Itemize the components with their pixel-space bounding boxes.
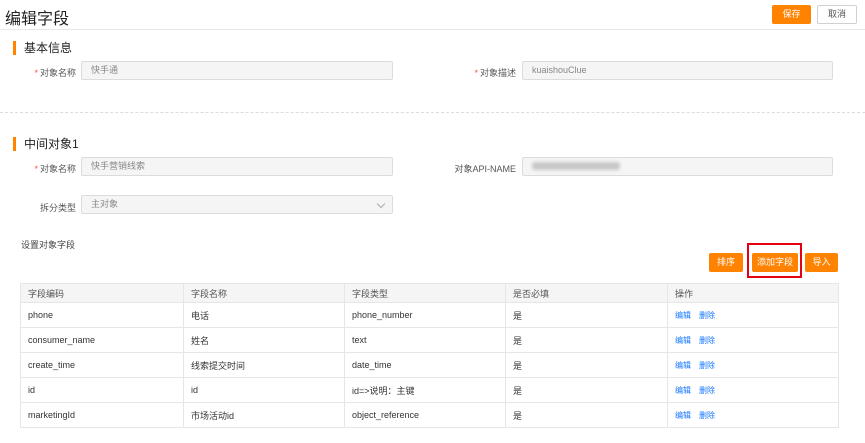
field-required-cell: 是 xyxy=(505,302,668,328)
redacted-value xyxy=(532,162,620,170)
actions-cell: 编辑 删除 xyxy=(667,302,839,328)
split-type-select[interactable]: 主对象 xyxy=(81,195,393,214)
edit-link[interactable]: 编辑 xyxy=(675,386,691,395)
highlight-box xyxy=(747,243,802,278)
split-type-value: 主对象 xyxy=(91,199,119,209)
actions-cell: 编辑 删除 xyxy=(667,402,839,428)
field-code-cell: consumer_name xyxy=(20,327,184,353)
column-header: 是否必填 xyxy=(505,283,668,303)
table-row: marketingId 市场活动id object_reference 是 编辑… xyxy=(20,402,839,428)
api-name-input[interactable] xyxy=(522,157,833,176)
object-desc-label: * 对象描述 xyxy=(474,68,516,78)
fields-table: 字段编码 字段名称 字段类型 是否必填 操作 phone 电话 phone_nu… xyxy=(20,283,839,428)
edit-link[interactable]: 编辑 xyxy=(675,311,691,320)
section-divider xyxy=(0,112,865,113)
object-name-input[interactable]: 快手通 xyxy=(81,61,393,80)
actions-cell: 编辑 删除 xyxy=(667,327,839,353)
table-row: phone 电话 phone_number 是 编辑 删除 xyxy=(20,302,839,328)
required-mark: * xyxy=(34,164,38,174)
page-title: 编辑字段 xyxy=(5,11,70,28)
object-name-label: * 对象名称 xyxy=(34,68,76,78)
object-desc-input[interactable]: kuaishouClue xyxy=(522,61,833,80)
field-required-cell: 是 xyxy=(505,352,668,378)
actions-cell: 编辑 删除 xyxy=(667,352,839,378)
field-type-cell: id=>说明：主键 xyxy=(344,377,506,403)
basic-info-section-title: 基本信息 xyxy=(13,41,72,55)
table-row: id id id=>说明：主键 是 编辑 删除 xyxy=(20,377,839,403)
field-required-cell: 是 xyxy=(505,327,668,353)
delete-link[interactable]: 删除 xyxy=(699,311,715,320)
required-mark: * xyxy=(34,68,38,78)
required-mark: * xyxy=(474,68,478,78)
field-name-cell: 电话 xyxy=(183,302,345,328)
api-name-label: 对象API-NAME xyxy=(454,164,516,174)
column-header: 字段编码 xyxy=(20,283,184,303)
table-row: create_time 线索提交时间 date_time 是 编辑 删除 xyxy=(20,352,839,378)
delete-link[interactable]: 删除 xyxy=(699,336,715,345)
fields-section-label: 设置对象字段 xyxy=(21,240,76,250)
edit-link[interactable]: 编辑 xyxy=(675,336,691,345)
field-type-cell: phone_number xyxy=(344,302,506,328)
field-name-cell: 市场活动id xyxy=(183,402,345,428)
table-header-row: 字段编码 字段名称 字段类型 是否必填 操作 xyxy=(20,283,839,303)
field-required-cell: 是 xyxy=(505,402,668,428)
edit-link[interactable]: 编辑 xyxy=(675,411,691,420)
delete-link[interactable]: 删除 xyxy=(699,361,715,370)
chevron-down-icon xyxy=(376,199,386,209)
middle-object-name-input[interactable]: 快手营销线索 xyxy=(81,157,393,176)
field-type-cell: object_reference xyxy=(344,402,506,428)
table-row: consumer_name 姓名 text 是 编辑 删除 xyxy=(20,327,839,353)
actions-cell: 编辑 删除 xyxy=(667,377,839,403)
column-header: 操作 xyxy=(667,283,839,303)
field-code-cell: create_time xyxy=(20,352,184,378)
column-header: 字段名称 xyxy=(183,283,345,303)
import-button[interactable]: 导入 xyxy=(805,253,838,272)
middle-object-section-title: 中间对象1 xyxy=(13,137,79,151)
middle-object-name-label: * 对象名称 xyxy=(34,164,76,174)
delete-link[interactable]: 删除 xyxy=(699,386,715,395)
field-code-cell: marketingId xyxy=(20,402,184,428)
save-button[interactable]: 保存 xyxy=(772,5,811,24)
page-header: 编辑字段 保存 取消 xyxy=(0,0,865,30)
field-required-cell: 是 xyxy=(505,377,668,403)
cancel-button[interactable]: 取消 xyxy=(817,5,857,24)
split-type-label: 拆分类型 xyxy=(39,203,76,213)
field-type-cell: text xyxy=(344,327,506,353)
field-code-cell: id xyxy=(20,377,184,403)
field-code-cell: phone xyxy=(20,302,184,328)
sort-button[interactable]: 排序 xyxy=(709,253,743,272)
field-type-cell: date_time xyxy=(344,352,506,378)
edit-link[interactable]: 编辑 xyxy=(675,361,691,370)
delete-link[interactable]: 删除 xyxy=(699,411,715,420)
field-name-cell: id xyxy=(183,377,345,403)
field-name-cell: 线索提交时间 xyxy=(183,352,345,378)
field-name-cell: 姓名 xyxy=(183,327,345,353)
column-header: 字段类型 xyxy=(344,283,506,303)
